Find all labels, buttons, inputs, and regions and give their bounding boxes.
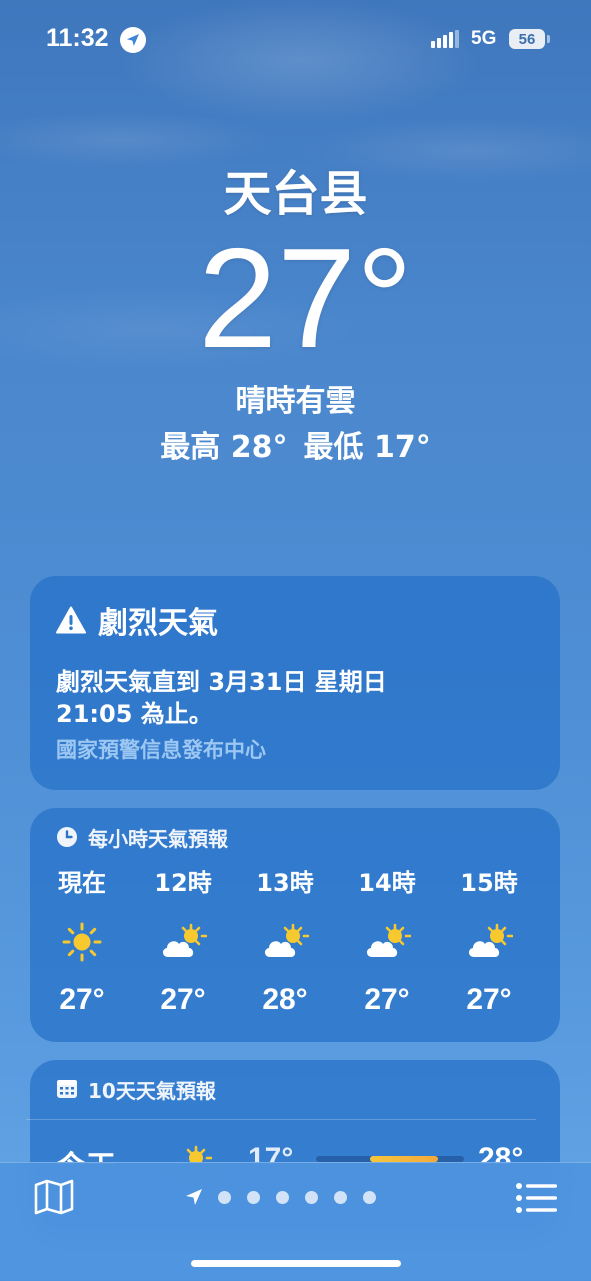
map-icon[interactable]	[34, 1179, 74, 1215]
location-services-icon	[120, 27, 146, 53]
hour-temperature: 27°	[59, 983, 105, 1016]
alert-title: 劇烈天氣	[98, 606, 218, 641]
hour-item: 15時 27°	[437, 866, 541, 1018]
forecast-day: 今天	[56, 1142, 116, 1164]
location-arrow-icon[interactable]	[184, 1187, 204, 1207]
hour-label: 15時	[460, 869, 518, 897]
ten-day-forecast-header: 10天天氣預報	[56, 1076, 534, 1103]
hourly-list: 現在 27° 12時 27° 13時 28° 14時 27° 15時 27°	[30, 866, 560, 1026]
hour-label: 14時	[358, 869, 416, 897]
page-dot[interactable]	[305, 1190, 318, 1204]
partly-cloudy-icon	[335, 920, 439, 964]
battery-cap	[547, 35, 550, 43]
hour-temperature: 27°	[466, 983, 512, 1016]
hour-temperature: 27°	[160, 983, 206, 1016]
page-dot[interactable]	[334, 1190, 347, 1204]
low-temperature: 最低 17°	[303, 430, 431, 465]
alert-source-link[interactable]: 國家預警信息發布中心	[56, 734, 534, 764]
ten-day-forecast-title: 10天天氣預報	[88, 1078, 216, 1103]
partly-cloudy-icon	[131, 920, 235, 964]
sun-icon	[30, 920, 134, 964]
hour-item: 現在 27°	[30, 866, 134, 1018]
alert-description: 劇烈天氣直到 3月31日 星期日 21:05 為止。	[56, 668, 387, 728]
forecast-high: 28°	[478, 1142, 524, 1164]
card-divider	[26, 1119, 536, 1120]
hour-temperature: 27°	[364, 983, 410, 1016]
list-icon[interactable]	[516, 1183, 558, 1213]
hour-item: 13時 28°	[233, 866, 337, 1018]
warning-triangle-icon	[56, 606, 86, 634]
signal-strength-icon	[431, 30, 459, 48]
home-indicator[interactable]	[191, 1260, 401, 1267]
network-type: 5G	[471, 28, 497, 49]
page-dot[interactable]	[247, 1190, 260, 1204]
status-bar: 11:32 5G 56	[0, 0, 591, 80]
high-temperature: 最高 28°	[160, 430, 288, 465]
severe-weather-card[interactable]: 劇烈天氣 劇烈天氣直到 3月31日 星期日 21:05 為止。 國家預警信息發布…	[30, 576, 560, 790]
hour-label: 現在	[58, 869, 106, 897]
page-indicator[interactable]	[184, 1187, 392, 1207]
forecast-low: 17°	[248, 1142, 294, 1164]
hour-item: 12時 27°	[131, 866, 235, 1018]
current-temperature: 27°	[198, 219, 413, 378]
alert-header: 劇烈天氣	[56, 598, 534, 642]
hourly-forecast-header: 每小時天氣預報	[56, 824, 534, 851]
hour-temperature: 28°	[262, 983, 308, 1016]
battery-level: 56	[518, 30, 536, 48]
page-dot[interactable]	[218, 1190, 231, 1204]
partly-cloudy-icon	[437, 920, 541, 964]
high-low-temperatures: 最高 28° 最低 17°	[0, 426, 591, 470]
partly-cloudy-icon	[164, 1144, 213, 1164]
hourly-forecast-title: 每小時天氣預報	[88, 826, 228, 851]
status-time: 11:32	[46, 24, 109, 52]
hourly-forecast-card[interactable]: 每小時天氣預報 現在 27° 12時 27° 13時 28° 14時 27° 1…	[30, 808, 560, 1042]
clock-icon	[57, 827, 77, 847]
city-name: 天台县	[223, 166, 368, 222]
calendar-icon	[57, 1080, 77, 1098]
ten-day-row-today: 今天 17° 28°	[30, 1140, 560, 1164]
page-dot[interactable]	[276, 1190, 289, 1204]
battery-icon: 56	[509, 29, 545, 49]
partly-cloudy-icon	[233, 920, 337, 964]
page-dot[interactable]	[363, 1190, 376, 1204]
hour-label: 12時	[154, 869, 212, 897]
weather-condition: 晴時有雲	[235, 384, 356, 419]
hour-item: 14時 27°	[335, 866, 439, 1018]
hour-label: 13時	[256, 869, 314, 897]
